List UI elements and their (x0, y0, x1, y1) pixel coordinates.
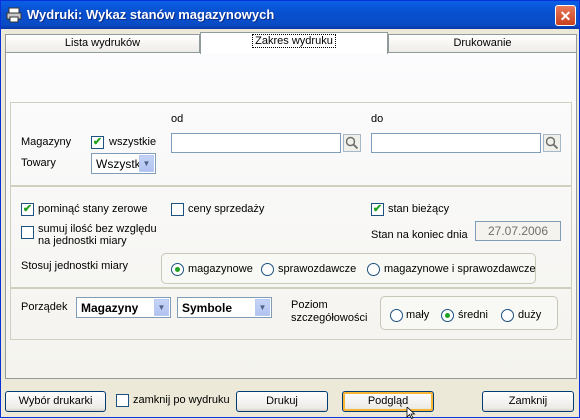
chevron-down-icon: ▼ (154, 299, 169, 316)
od-label: od (171, 113, 184, 125)
sort1-select-value: Magazyny (81, 301, 139, 315)
print-dialog-window: Wydruki: Wykaz stanów magazynowych ✕ Lis… (0, 0, 580, 419)
sumuj-label: sumuj ilość bez względu na jednostki mia… (38, 223, 157, 247)
jednostki-obie-radio[interactable] (367, 263, 380, 276)
poziom-label-line1: Poziom (291, 299, 328, 311)
od-lookup-button[interactable] (343, 134, 361, 152)
sumuj-label-line2: na jednostki miary (38, 235, 127, 247)
ceny-sprzedazy-label: ceny sprzedaży (188, 203, 265, 215)
chevron-down-icon: ▼ (139, 155, 154, 172)
poziom-label-line2: szczegółowości (291, 312, 368, 324)
porzadek-label: Porządek (21, 301, 68, 313)
poziom-maly-label: mały (406, 309, 430, 321)
footer-bar: Wybór drukarki zamknij po wydruku Drukuj… (1, 382, 579, 419)
towary-label: Towary (21, 157, 56, 169)
stan-na-koniec-label: Stan na koniec dnia (371, 229, 468, 241)
magnifier-icon (345, 136, 359, 150)
jednostki-obie-label: magazynowe i sprawozdawcze (384, 263, 536, 275)
tab-label: Drukowanie (453, 37, 512, 49)
jednostki-magazynowe-radio[interactable] (171, 263, 184, 276)
sumuj-label-line1: sumuj ilość bez względu (38, 223, 157, 235)
wszystkie-checkbox[interactable]: ✔ (91, 136, 104, 149)
close-window-button[interactable]: ✕ (555, 5, 576, 26)
wybor-drukarki-button[interactable]: Wybór drukarki (5, 391, 106, 412)
tab-panel: od do Magazyny ✔ wszystkie Towary Wszyst… (5, 52, 577, 379)
jednostki-label: Stosuj jednostki miary (21, 260, 128, 272)
do-lookup-button[interactable] (543, 134, 561, 152)
title-bar[interactable]: Wydruki: Wykaz stanów magazynowych ✕ (1, 1, 579, 29)
sort2-select[interactable]: Symbole ▼ (177, 297, 272, 318)
chevron-down-icon: ▼ (255, 299, 270, 316)
ceny-sprzedazy-checkbox[interactable] (171, 203, 184, 216)
do-label: do (371, 113, 384, 125)
od-input[interactable] (171, 133, 341, 153)
poziom-sredni-label: średni (458, 309, 488, 321)
poziom-sredni-radio[interactable] (441, 309, 454, 322)
stan-biezacy-label: stan bieżący (388, 203, 450, 215)
pominac-label: pominąć stany zerowe (38, 203, 148, 215)
tab-label: Lista wydruków (64, 37, 141, 49)
wszystkie-label: wszystkie (109, 136, 157, 148)
printer-icon (6, 7, 22, 23)
tab-zakres-wydruku[interactable]: Zakres wydruku (200, 32, 388, 54)
towary-select-value: Wszystk (96, 157, 141, 171)
stan-biezacy-checkbox[interactable]: ✔ (371, 203, 384, 216)
zamknij-button[interactable]: Zamknij (482, 391, 574, 412)
poziom-label: Poziom szczegółowości (291, 299, 367, 325)
sort2-select-value: Symbole (182, 301, 233, 315)
zamknij-po-wydruku-checkbox[interactable] (116, 394, 129, 407)
drukuj-button[interactable]: Drukuj (236, 391, 328, 412)
sort1-select[interactable]: Magazyny ▼ (76, 297, 171, 318)
tab-drukowanie[interactable]: Drukowanie (388, 34, 577, 54)
poziom-duzy-label: duży (518, 309, 542, 321)
window-title: Wydruki: Wykaz stanów magazynowych (27, 7, 275, 22)
magnifier-icon (545, 136, 559, 150)
poziom-duzy-radio[interactable] (501, 309, 514, 322)
poziom-maly-radio[interactable] (390, 309, 403, 322)
jednostki-magazynowe-label: magazynowe (188, 263, 253, 275)
jednostki-sprawozdawcze-radio[interactable] (261, 263, 274, 276)
towary-select[interactable]: Wszystk ▼ (91, 153, 156, 174)
tab-label: Zakres wydruku (252, 34, 336, 48)
podglad-button[interactable]: Podgląd (342, 391, 434, 412)
sumuj-checkbox[interactable] (21, 226, 34, 239)
pominac-checkbox[interactable]: ✔ (21, 203, 34, 216)
mouse-cursor-icon (406, 407, 416, 419)
zamknij-po-wydruku-label: zamknij po wydruku (133, 394, 230, 406)
date-input[interactable]: 27.07.2006 (475, 221, 561, 241)
magazyny-label: Magazyny (21, 136, 72, 148)
do-input[interactable] (371, 133, 541, 153)
tab-lista-wydrukow[interactable]: Lista wydruków (5, 34, 200, 54)
jednostki-sprawozdawcze-label: sprawozdawcze (278, 263, 357, 275)
